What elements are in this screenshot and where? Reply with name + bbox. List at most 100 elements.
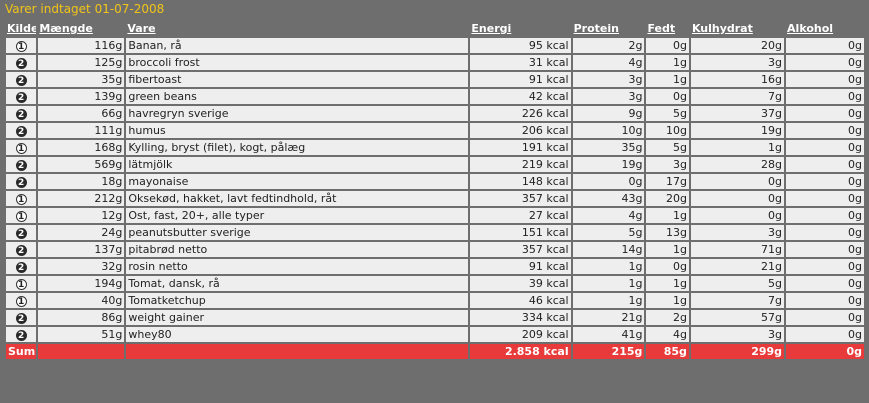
source-badge-icon: 2 bbox=[15, 329, 27, 341]
carbs-cell: 1g bbox=[690, 140, 785, 155]
column-header-alcohol[interactable]: Alkohol bbox=[786, 21, 864, 36]
energy-cell: 31 kcal bbox=[470, 55, 571, 70]
amount-cell: 12g bbox=[38, 208, 125, 223]
protein-cell: 2g bbox=[572, 38, 645, 53]
protein-cell: 21g bbox=[572, 310, 645, 325]
alcohol-cell: 0g bbox=[786, 208, 864, 223]
column-header-source[interactable]: Kilde bbox=[6, 21, 37, 36]
source-badge-icon: 2 bbox=[15, 125, 27, 137]
amount-cell: 194g bbox=[38, 276, 125, 291]
protein-cell: 1g bbox=[572, 276, 645, 291]
item-name: rosin netto bbox=[126, 259, 469, 274]
sum-fat: 85g bbox=[646, 344, 689, 359]
alcohol-cell: 0g bbox=[786, 123, 864, 138]
fat-cell: 13g bbox=[646, 225, 689, 240]
table-row: 1 116g Banan, rå 95 kcal 2g 0g 20g 0g bbox=[6, 38, 864, 53]
source-badge-icon: 2 bbox=[15, 312, 27, 324]
alcohol-cell: 0g bbox=[786, 327, 864, 342]
fat-cell: 20g bbox=[646, 191, 689, 206]
protein-cell: 3g bbox=[572, 72, 645, 87]
alcohol-cell: 0g bbox=[786, 225, 864, 240]
source-badge-icon: 1 bbox=[15, 295, 27, 307]
source-cell: 2 bbox=[6, 72, 37, 87]
amount-cell: 51g bbox=[38, 327, 125, 342]
source-cell: 2 bbox=[6, 174, 37, 189]
fat-cell: 1g bbox=[646, 72, 689, 87]
item-name: fibertoast bbox=[126, 72, 469, 87]
energy-cell: 95 kcal bbox=[470, 38, 571, 53]
source-cell: 1 bbox=[6, 208, 37, 223]
fat-cell: 1g bbox=[646, 242, 689, 257]
item-name: Banan, rå bbox=[126, 38, 469, 53]
item-name: Oksekød, hakket, lavt fedtindhold, råt bbox=[126, 191, 469, 206]
carbs-cell: 3g bbox=[690, 327, 785, 342]
item-name: mayonaise bbox=[126, 174, 469, 189]
source-badge-icon: 2 bbox=[15, 227, 27, 239]
protein-cell: 9g bbox=[572, 106, 645, 121]
alcohol-cell: 0g bbox=[786, 259, 864, 274]
alcohol-cell: 0g bbox=[786, 293, 864, 308]
item-name: lätmjölk bbox=[126, 157, 469, 172]
amount-cell: 116g bbox=[38, 38, 125, 53]
table-row: 1 194g Tomat, dansk, rå 39 kcal 1g 1g 5g 0g bbox=[6, 276, 864, 291]
protein-cell: 4g bbox=[572, 55, 645, 70]
alcohol-cell: 0g bbox=[786, 157, 864, 172]
energy-cell: 27 kcal bbox=[470, 208, 571, 223]
column-header-amount[interactable]: Mængde bbox=[38, 21, 125, 36]
carbs-cell: 3g bbox=[690, 225, 785, 240]
source-cell: 2 bbox=[6, 55, 37, 70]
sum-protein: 215g bbox=[572, 344, 645, 359]
table-row: 2 35g fibertoast 91 kcal 3g 1g 16g 0g bbox=[6, 72, 864, 87]
column-header-protein[interactable]: Protein bbox=[572, 21, 645, 36]
source-badge-icon: 2 bbox=[15, 244, 27, 256]
fat-cell: 10g bbox=[646, 123, 689, 138]
protein-cell: 1g bbox=[572, 259, 645, 274]
sum-alcohol: 0g bbox=[786, 344, 864, 359]
sum-amount-cell bbox=[38, 344, 125, 359]
protein-cell: 41g bbox=[572, 327, 645, 342]
amount-cell: 18g bbox=[38, 174, 125, 189]
item-name: broccoli frost bbox=[126, 55, 469, 70]
item-name: Kylling, bryst (filet), kogt, pålæg bbox=[126, 140, 469, 155]
amount-cell: 32g bbox=[38, 259, 125, 274]
source-cell: 1 bbox=[6, 140, 37, 155]
energy-cell: 209 kcal bbox=[470, 327, 571, 342]
carbs-cell: 21g bbox=[690, 259, 785, 274]
fat-cell: 5g bbox=[646, 106, 689, 121]
fat-cell: 1g bbox=[646, 208, 689, 223]
energy-cell: 206 kcal bbox=[470, 123, 571, 138]
table-row: 2 86g weight gainer 334 kcal 21g 2g 57g 0g bbox=[6, 310, 864, 325]
source-cell: 2 bbox=[6, 327, 37, 342]
column-header-carbs[interactable]: Kulhydrat bbox=[690, 21, 785, 36]
sum-carbs: 299g bbox=[690, 344, 785, 359]
item-name: Ost, fast, 20+, alle typer bbox=[126, 208, 469, 223]
sum-row: Sum 2.858 kcal 215g 85g 299g 0g bbox=[6, 344, 864, 359]
protein-cell: 0g bbox=[572, 174, 645, 189]
fat-cell: 1g bbox=[646, 293, 689, 308]
column-header-item[interactable]: Vare bbox=[126, 21, 469, 36]
alcohol-cell: 0g bbox=[786, 55, 864, 70]
fat-cell: 5g bbox=[646, 140, 689, 155]
column-header-energy[interactable]: Energi bbox=[470, 21, 571, 36]
energy-cell: 219 kcal bbox=[470, 157, 571, 172]
alcohol-cell: 0g bbox=[786, 38, 864, 53]
source-badge-icon: 2 bbox=[15, 57, 27, 69]
panel-title: Varer indtaget 01-07-2008 bbox=[0, 0, 869, 19]
source-cell: 2 bbox=[6, 123, 37, 138]
table-row: 2 18g mayonaise 148 kcal 0g 17g 0g 0g bbox=[6, 174, 864, 189]
amount-cell: 139g bbox=[38, 89, 125, 104]
carbs-cell: 71g bbox=[690, 242, 785, 257]
carbs-cell: 7g bbox=[690, 89, 785, 104]
column-header-fat[interactable]: Fedt bbox=[646, 21, 689, 36]
item-name: whey80 bbox=[126, 327, 469, 342]
energy-cell: 91 kcal bbox=[470, 259, 571, 274]
protein-cell: 3g bbox=[572, 89, 645, 104]
amount-cell: 569g bbox=[38, 157, 125, 172]
item-name: havregryn sverige bbox=[126, 106, 469, 121]
energy-cell: 191 kcal bbox=[470, 140, 571, 155]
carbs-cell: 5g bbox=[690, 276, 785, 291]
table-row: 2 137g pitabrød netto 357 kcal 14g 1g 71g 0g bbox=[6, 242, 864, 257]
source-cell: 1 bbox=[6, 276, 37, 291]
alcohol-cell: 0g bbox=[786, 191, 864, 206]
energy-cell: 357 kcal bbox=[470, 191, 571, 206]
